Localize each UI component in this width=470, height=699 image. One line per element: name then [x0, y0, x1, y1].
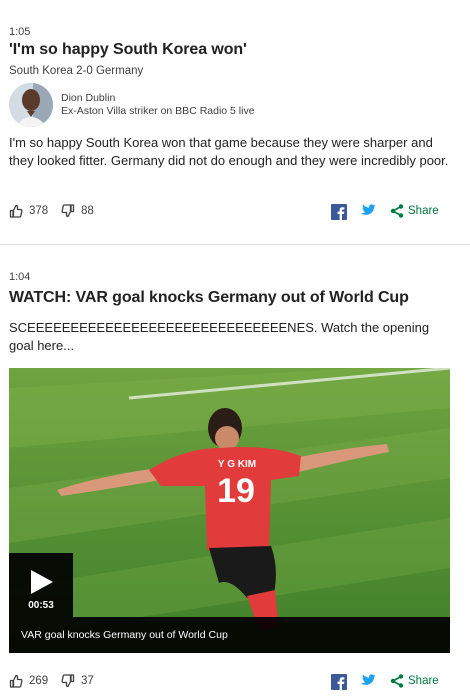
twitter-share-button[interactable] — [359, 674, 376, 688]
dislike-button[interactable]: 88 — [61, 204, 94, 218]
like-count: 378 — [29, 205, 49, 217]
like-button[interactable]: 269 — [9, 674, 48, 688]
shirt-number: 19 — [217, 472, 255, 510]
thumbs-down-icon — [61, 204, 75, 218]
share-icon — [390, 674, 404, 688]
video-duration: 00:53 — [28, 600, 54, 611]
post-time: 1:04 — [9, 271, 31, 283]
facebook-icon — [331, 674, 347, 690]
video-thumbnail: Y G KIM 19 — [9, 368, 450, 653]
share-label: Share — [408, 675, 439, 687]
post-actions: 378 88 Share — [0, 204, 470, 226]
post-actions: 269 37 Share — [0, 674, 470, 696]
post-time: 1:05 — [9, 26, 31, 38]
facebook-share-button[interactable] — [331, 204, 347, 220]
post-body: I'm so happy South Korea won that game b… — [9, 135, 449, 168]
like-count: 269 — [29, 675, 49, 687]
thumbs-up-icon — [9, 674, 23, 688]
share-button[interactable]: Share — [390, 204, 439, 218]
post-divider — [0, 244, 470, 245]
dislike-count: 88 — [81, 205, 94, 217]
post-body: SCEEEEEEEEEEEEEEEEEEEEEEEEEEEEEENES. Wat… — [9, 320, 430, 353]
post-entry: 1:05 'I'm so happy South Korea won' Sout… — [0, 26, 470, 170]
share-label: Share — [408, 205, 439, 217]
video-caption: VAR goal knocks Germany out of World Cup — [9, 617, 450, 653]
share-icon — [390, 204, 404, 218]
twitter-icon — [360, 674, 376, 685]
post-headline[interactable]: 'I'm so happy South Korea won' — [9, 41, 470, 59]
contributor-name: Dion Dublin — [61, 92, 116, 104]
shirt-name: Y G KIM — [218, 459, 256, 470]
twitter-icon — [360, 204, 376, 215]
avatar — [9, 83, 53, 127]
play-button[interactable]: 00:53 — [9, 553, 73, 617]
like-button[interactable]: 378 — [9, 204, 48, 218]
share-button[interactable]: Share — [390, 674, 439, 688]
facebook-share-button[interactable] — [331, 674, 347, 690]
thumbs-down-icon — [61, 674, 75, 688]
dislike-button[interactable]: 37 — [61, 674, 94, 688]
twitter-share-button[interactable] — [359, 204, 376, 218]
contributor-role: Ex-Aston Villa striker on BBC Radio 5 li… — [61, 105, 255, 117]
contributor-info: Dion Dublin Ex-Aston Villa striker on BB… — [61, 92, 255, 118]
thumbs-up-icon — [9, 204, 23, 218]
facebook-icon — [331, 204, 347, 220]
post-headline[interactable]: WATCH: VAR goal knocks Germany out of Wo… — [9, 289, 470, 307]
contributor: Dion Dublin Ex-Aston Villa striker on BB… — [9, 83, 470, 127]
video-player[interactable]: Y G KIM 19 00:53 VAR goal knocks Germany… — [9, 368, 450, 653]
post-subhead: South Korea 2-0 Germany — [9, 65, 144, 77]
dislike-count: 37 — [81, 675, 94, 687]
post-entry: 1:04 WATCH: VAR goal knocks Germany out … — [0, 271, 470, 355]
